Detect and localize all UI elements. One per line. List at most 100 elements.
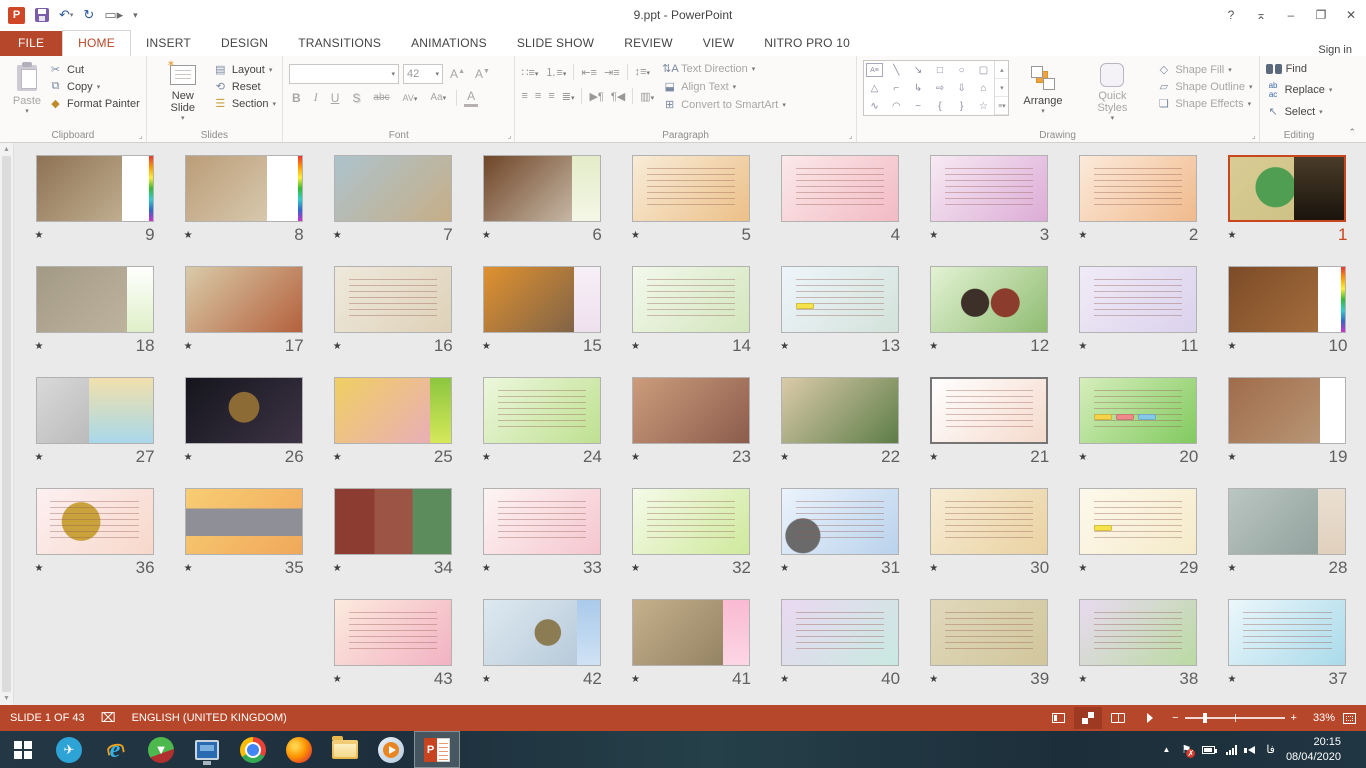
- slide-thumbnail-43[interactable]: [334, 599, 452, 666]
- rounded-rect-shape-icon[interactable]: ▢: [973, 61, 995, 79]
- taskbar-clock[interactable]: 20:15 08/04/2020: [1286, 735, 1341, 765]
- shape-effects-button[interactable]: ❏ Shape Effects▾: [1156, 97, 1252, 110]
- character-spacing-button[interactable]: AV▾: [400, 92, 421, 104]
- text-direction-button[interactable]: ⇅A Text Direction▾: [662, 62, 786, 75]
- rectangle-shape-icon[interactable]: □: [929, 61, 951, 79]
- slide-thumbnail-22[interactable]: [781, 377, 899, 444]
- taskbar-chrome[interactable]: [230, 731, 276, 768]
- decrease-indent-icon[interactable]: ⇤≡: [581, 66, 597, 79]
- strikethrough-button[interactable]: abc: [370, 91, 392, 104]
- start-slideshow-icon[interactable]: ▭▸: [104, 7, 123, 23]
- slide-thumbnail-5[interactable]: [632, 155, 750, 222]
- scroll-up-icon[interactable]: ▲: [0, 143, 13, 156]
- line-spacing-icon[interactable]: ↕≡▾: [635, 66, 650, 78]
- slide-thumbnail-26[interactable]: [185, 377, 303, 444]
- taskbar-remote-desktop[interactable]: [184, 731, 230, 768]
- tab-file[interactable]: FILE: [0, 31, 62, 56]
- justify-icon[interactable]: ≣▾: [562, 90, 575, 103]
- slide-thumbnail-35[interactable]: [185, 488, 303, 555]
- change-case-button[interactable]: Aa▾: [427, 91, 449, 104]
- slide-thumbnail-10[interactable]: [1228, 266, 1346, 333]
- section-button[interactable]: ☰ Section▾: [213, 97, 276, 110]
- slide-thumbnail-32[interactable]: [632, 488, 750, 555]
- close-icon[interactable]: ✕: [1336, 0, 1366, 30]
- convert-smartart-button[interactable]: ⊞ Convert to SmartArt▾: [662, 98, 786, 111]
- slide-thumbnail-29[interactable]: [1079, 488, 1197, 555]
- rtl-direction-icon[interactable]: ¶◀: [611, 90, 625, 103]
- customize-qat-icon[interactable]: ▾: [133, 10, 138, 21]
- slide-thumbnail-18[interactable]: [36, 266, 154, 333]
- increase-indent-icon[interactable]: ⇥≡: [604, 66, 620, 79]
- slide-thumbnail-4[interactable]: [781, 155, 899, 222]
- columns-icon[interactable]: ▥▾: [640, 90, 654, 103]
- slide-sorter-view-button[interactable]: [1074, 707, 1102, 729]
- network-signal-icon[interactable]: [1226, 745, 1237, 755]
- vertical-scrollbar[interactable]: ▲ ▼: [0, 143, 14, 705]
- arc-shape-icon[interactable]: ◠: [885, 97, 907, 115]
- slide-thumbnail-23[interactable]: [632, 377, 750, 444]
- replace-button[interactable]: abac Replace▾: [1266, 81, 1333, 99]
- triangle-shape-icon[interactable]: △: [864, 79, 886, 97]
- taskbar-media-player[interactable]: [368, 731, 414, 768]
- taskbar-firefox[interactable]: [276, 731, 322, 768]
- tab-design[interactable]: DESIGN: [206, 31, 283, 56]
- slide-thumbnail-38[interactable]: [1079, 599, 1197, 666]
- slide-thumbnail-8[interactable]: [185, 155, 303, 222]
- volume-icon[interactable]: [1248, 746, 1255, 754]
- slide-thumbnail-31[interactable]: [781, 488, 899, 555]
- taskbar-telegram[interactable]: ✈: [46, 731, 92, 768]
- slide-thumbnail-27[interactable]: [36, 377, 154, 444]
- slide-thumbnail-39[interactable]: [930, 599, 1048, 666]
- find-button[interactable]: Find: [1266, 63, 1333, 75]
- grow-font-button[interactable]: A▲: [447, 66, 468, 82]
- reading-view-button[interactable]: [1104, 707, 1132, 729]
- scrollbar-thumb[interactable]: [2, 156, 11, 692]
- bold-button[interactable]: B: [289, 90, 304, 106]
- shrink-font-button[interactable]: A▼: [472, 66, 493, 82]
- slide-thumbnail-1[interactable]: [1228, 155, 1346, 222]
- right-arrow-shape-icon[interactable]: ⇨: [929, 79, 951, 97]
- slide-thumbnail-34[interactable]: [334, 488, 452, 555]
- scroll-down-icon[interactable]: ▼: [0, 692, 13, 705]
- slide-thumbnail-19[interactable]: [1228, 377, 1346, 444]
- underline-button[interactable]: U: [328, 90, 343, 106]
- shape-outline-button[interactable]: ▱ Shape Outline▾: [1156, 80, 1252, 93]
- slide-thumbnail-20[interactable]: [1079, 377, 1197, 444]
- fit-slide-to-window-button[interactable]: [1343, 713, 1356, 724]
- paste-button[interactable]: Paste▾: [6, 60, 48, 126]
- undo-icon[interactable]: ↶▾: [59, 7, 73, 23]
- redo-icon[interactable]: ↻: [83, 7, 94, 23]
- zoom-in-button[interactable]: +: [1291, 712, 1297, 724]
- text-box-shape-icon[interactable]: A≡: [866, 63, 884, 77]
- minimize-icon[interactable]: –: [1276, 0, 1306, 30]
- align-right-icon[interactable]: ≡: [548, 90, 554, 102]
- star-shape-icon[interactable]: ☆: [973, 97, 995, 115]
- taskbar-idm[interactable]: ▼: [138, 731, 184, 768]
- tab-review[interactable]: REVIEW: [609, 31, 688, 56]
- align-left-icon[interactable]: ≡: [521, 90, 527, 102]
- slide-thumbnail-15[interactable]: [483, 266, 601, 333]
- slide-thumbnail-12[interactable]: [930, 266, 1048, 333]
- slide-thumbnail-3[interactable]: [930, 155, 1048, 222]
- zoom-out-button[interactable]: −: [1172, 712, 1178, 724]
- right-brace-shape-icon[interactable]: }: [951, 97, 973, 115]
- slide-thumbnail-33[interactable]: [483, 488, 601, 555]
- slideshow-view-button[interactable]: [1134, 707, 1162, 729]
- clipboard-dialog-launcher[interactable]: ⌟: [139, 131, 143, 140]
- ltr-direction-icon[interactable]: ▶¶: [589, 90, 603, 103]
- new-slide-button[interactable]: New Slide▾: [153, 60, 213, 126]
- tab-insert[interactable]: INSERT: [131, 31, 206, 56]
- tab-slide-show[interactable]: SLIDE SHOW: [502, 31, 609, 56]
- zoom-level[interactable]: 33%: [1313, 712, 1335, 724]
- left-brace-shape-icon[interactable]: {: [929, 97, 951, 115]
- font-name-combo[interactable]: ▾: [289, 64, 399, 84]
- slide-thumbnail-6[interactable]: [483, 155, 601, 222]
- slide-thumbnail-2[interactable]: [1079, 155, 1197, 222]
- zoom-slider-thumb[interactable]: [1203, 713, 1207, 723]
- shapes-scroll-up-icon[interactable]: ▴: [995, 61, 1008, 79]
- bullets-icon[interactable]: ∷≡▾: [521, 66, 538, 79]
- tab-nitro-pro[interactable]: NITRO PRO 10: [749, 31, 865, 56]
- tab-transitions[interactable]: TRANSITIONS: [283, 31, 396, 56]
- select-button[interactable]: ↖ Select▾: [1266, 105, 1333, 118]
- text-shadow-button[interactable]: S: [349, 90, 363, 106]
